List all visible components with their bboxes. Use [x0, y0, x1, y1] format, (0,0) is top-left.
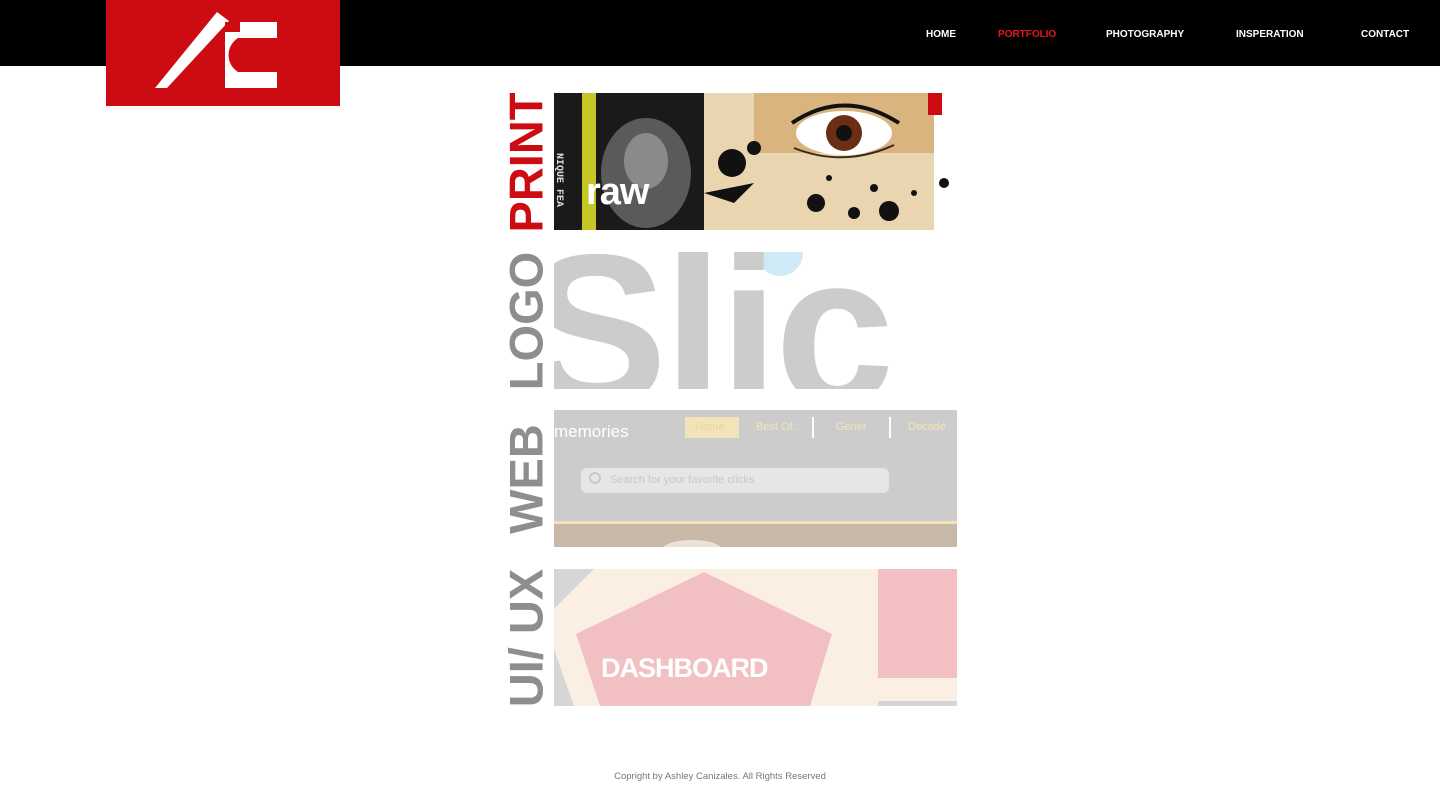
print-thumbnail[interactable]: NIQUE FEA raw	[554, 93, 957, 230]
web-thumb-nav-divider	[889, 417, 891, 438]
category-label-uiux: UI/ UX	[504, 569, 548, 707]
nav-portfolio[interactable]: PORTFOLIO	[998, 29, 1056, 40]
footer-copyright: Copright by Ashley Canizales. All Rights…	[614, 771, 826, 782]
site-logo[interactable]	[106, 0, 340, 106]
nav-contact[interactable]: CONTACT	[1361, 29, 1409, 40]
category-label-text: WEB	[504, 424, 548, 534]
nav-photography[interactable]: PHOTOGRAPHY	[1106, 29, 1184, 40]
search-icon	[589, 472, 601, 484]
nav-insperation[interactable]: INSPERATION	[1236, 29, 1304, 40]
category-label-text: PRINT	[504, 93, 548, 231]
web-thumb-brand: memories	[554, 422, 629, 441]
uiux-thumb-title: DASHBOARD	[601, 653, 768, 683]
uiux-thumbnail[interactable]: DASHBOARD	[554, 569, 957, 706]
category-label-print: PRINT	[504, 93, 548, 231]
web-thumb-search-placeholder: Search for your favorite clicks	[610, 474, 755, 486]
logo-mark-icon	[155, 12, 277, 88]
web-thumb-hero	[554, 524, 957, 547]
portfolio-item-logo[interactable]: LOGO Slic	[504, 252, 958, 390]
nav-home[interactable]: HOME	[926, 29, 956, 40]
print-thumb-side-text: NIQUE FEA	[554, 153, 564, 208]
portfolio-item-uiux[interactable]: UI/ UX DASHBOARD	[504, 569, 958, 707]
category-label-web: WEB	[504, 410, 548, 548]
web-thumb-nav-genre: Gener	[836, 421, 867, 433]
category-label-text: UI/ UX	[504, 569, 548, 707]
web-thumb-nav-bestof: Best Of...	[756, 421, 802, 433]
web-thumb-nav-divider	[812, 417, 814, 438]
portfolio-item-web[interactable]: WEB memories Home Best Of... Gener Decad…	[504, 410, 958, 548]
print-thumb-title: raw	[586, 171, 649, 213]
logo-thumbnail[interactable]: Slic	[554, 252, 957, 389]
web-thumbnail[interactable]: memories Home Best Of... Gener Decade Se…	[554, 410, 957, 547]
web-thumb-nav-decade: Decade	[908, 421, 946, 433]
logo-thumb-title: Slic	[554, 252, 894, 389]
web-thumb-nav-home-label: Home	[695, 421, 725, 433]
portfolio-item-print[interactable]: PRINT NIQUE FEA raw	[504, 93, 958, 231]
dashboard-artwork-image	[554, 569, 957, 706]
category-label-logo: LOGO	[504, 252, 548, 390]
category-label-text: LOGO	[504, 252, 548, 390]
